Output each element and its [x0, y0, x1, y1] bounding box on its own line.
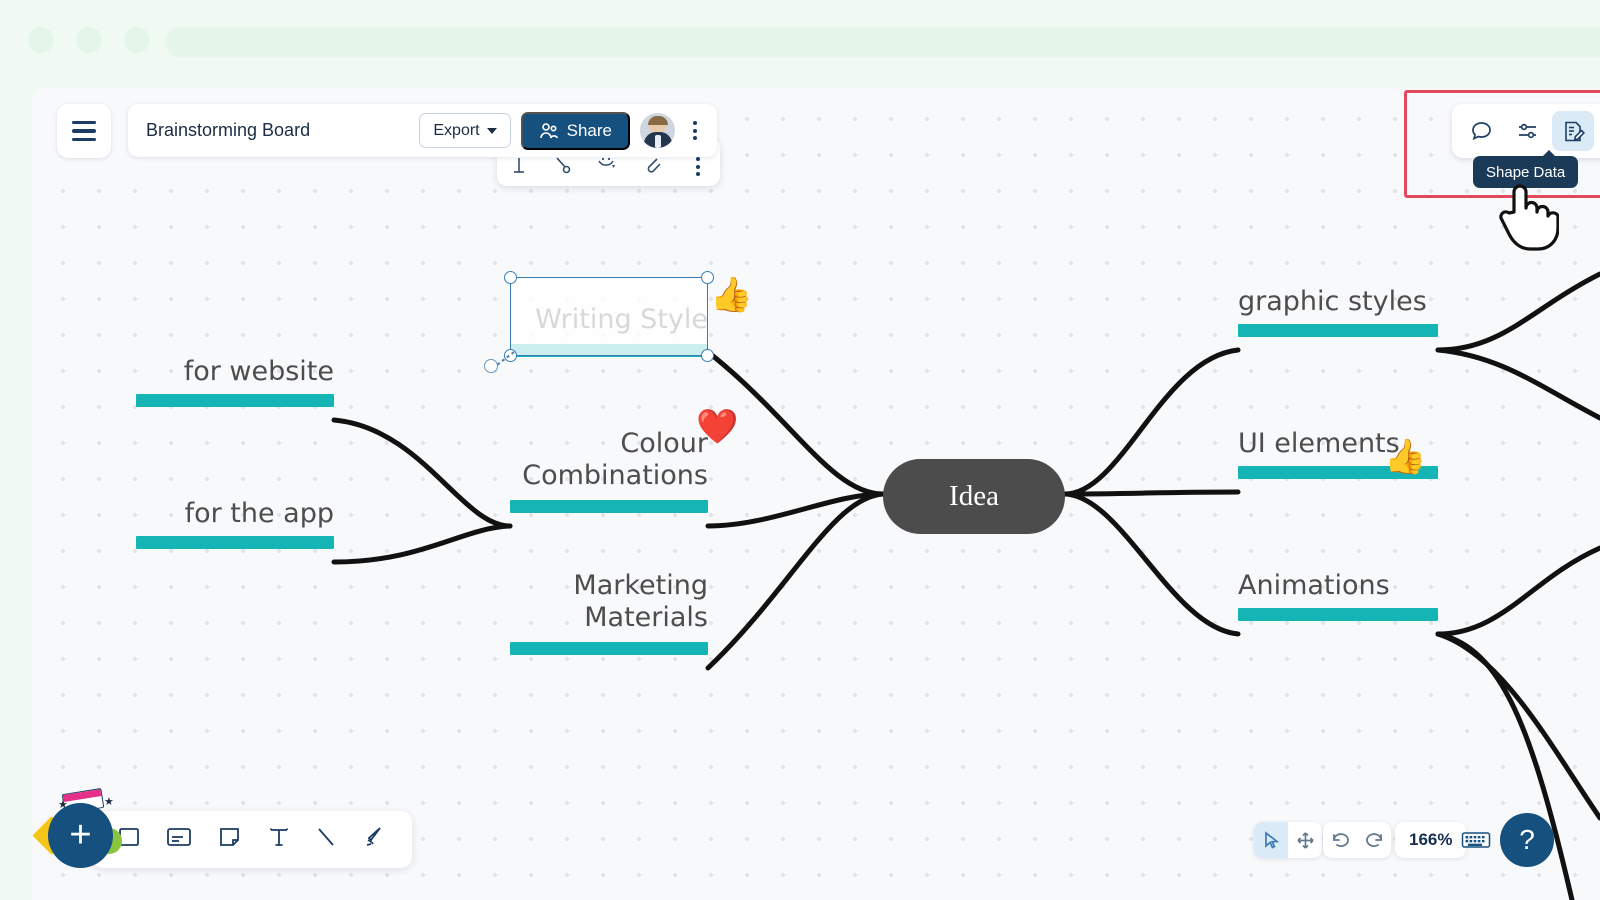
- resize-handle-bottom-right[interactable]: [701, 349, 714, 362]
- redo-button[interactable]: [1357, 822, 1391, 858]
- help-button[interactable]: ?: [1500, 813, 1554, 867]
- undo-button[interactable]: [1323, 822, 1357, 858]
- attachment-icon[interactable]: [643, 155, 663, 180]
- board-title[interactable]: Brainstorming Board: [146, 120, 409, 141]
- node-for-website[interactable]: for website: [136, 356, 334, 407]
- decor-star-right: ★: [104, 796, 114, 808]
- zoom-level-button[interactable]: 166%: [1395, 822, 1467, 858]
- avatar[interactable]: [640, 113, 675, 148]
- export-label: Export: [433, 121, 480, 139]
- export-button[interactable]: Export: [419, 113, 511, 148]
- create-toolbar: [92, 811, 412, 868]
- app-root: Idea for website for the app Writing Sty…: [0, 0, 1600, 900]
- people-icon: [539, 122, 558, 138]
- node-animations[interactable]: Animations: [1238, 570, 1438, 621]
- node-label: for website: [183, 356, 334, 387]
- mindmap-edges: [331, 271, 1600, 900]
- rotation-handle[interactable]: [484, 359, 498, 373]
- pen-tool[interactable]: [362, 824, 388, 855]
- node-colour-combinations[interactable]: Colour Combinations: [510, 428, 708, 513]
- keyboard-icon: [1461, 832, 1491, 848]
- center-node-label: Idea: [949, 480, 999, 512]
- mouse-cursor-hand: [1497, 178, 1560, 261]
- node-label: graphic styles: [1238, 286, 1427, 317]
- keyboard-shortcuts-button[interactable]: [1461, 822, 1491, 858]
- address-bar[interactable]: [165, 27, 1600, 57]
- node-accent-bar: [510, 642, 708, 655]
- chevron-down-icon: [486, 127, 497, 134]
- hamburger-icon: [72, 137, 96, 141]
- selection-frame[interactable]: [504, 271, 714, 362]
- node-for-the-app[interactable]: for the app: [136, 498, 334, 549]
- sticky-note-tool[interactable]: [217, 824, 243, 855]
- reaction-thumbsup-ui-elements[interactable]: 👍: [1384, 440, 1426, 474]
- board-header: Brainstorming Board Export Share: [128, 104, 717, 157]
- pin-icon[interactable]: [553, 155, 571, 180]
- node-label: Marketing Materials: [573, 570, 708, 633]
- zoom-level-label: 166%: [1409, 830, 1453, 849]
- node-label: Colour Combinations: [522, 428, 708, 491]
- history-group: [1323, 822, 1391, 858]
- node-label: for the app: [184, 498, 334, 529]
- node-graphic-styles[interactable]: graphic styles: [1238, 286, 1438, 337]
- hamburger-icon: [72, 121, 96, 125]
- card-tool[interactable]: [165, 824, 193, 855]
- node-accent-bar: [1238, 608, 1438, 621]
- reaction-thumbsup-writing-style[interactable]: 👍: [710, 278, 752, 312]
- text-tool[interactable]: [267, 824, 291, 855]
- node-marketing-materials[interactable]: Marketing Materials: [510, 570, 708, 655]
- window-minimize-dot[interactable]: [76, 27, 102, 53]
- node-accent-bar: [510, 500, 708, 513]
- canvas-mode-group: [1254, 822, 1322, 858]
- window-maximize-dot[interactable]: [124, 27, 150, 53]
- main-menu-button[interactable]: [57, 104, 111, 158]
- window-controls: [28, 27, 150, 53]
- format-more-icon[interactable]: [688, 153, 708, 180]
- line-tool[interactable]: [314, 824, 338, 855]
- node-accent-bar: [136, 536, 334, 549]
- kebab-menu-icon[interactable]: [685, 117, 705, 144]
- center-node-idea[interactable]: Idea: [883, 459, 1065, 534]
- node-label: Animations: [1238, 570, 1390, 601]
- resize-handle-top-left[interactable]: [504, 271, 517, 284]
- window-close-dot[interactable]: [28, 27, 54, 53]
- mindmap-canvas[interactable]: Idea for website for the app Writing Sty…: [32, 88, 1600, 900]
- hamburger-icon: [72, 129, 96, 133]
- node-accent-bar: [1238, 324, 1438, 337]
- cursor-tool[interactable]: [1254, 822, 1288, 858]
- pan-tool[interactable]: [1288, 822, 1322, 858]
- text-cursor-icon[interactable]: [510, 155, 528, 180]
- emoji-icon[interactable]: [596, 155, 618, 180]
- share-label: Share: [566, 120, 612, 140]
- add-button[interactable]: +: [48, 803, 113, 868]
- reaction-heart-colour-combinations[interactable]: ❤️: [696, 410, 738, 444]
- node-accent-bar: [136, 394, 334, 407]
- share-button[interactable]: Share: [520, 111, 630, 150]
